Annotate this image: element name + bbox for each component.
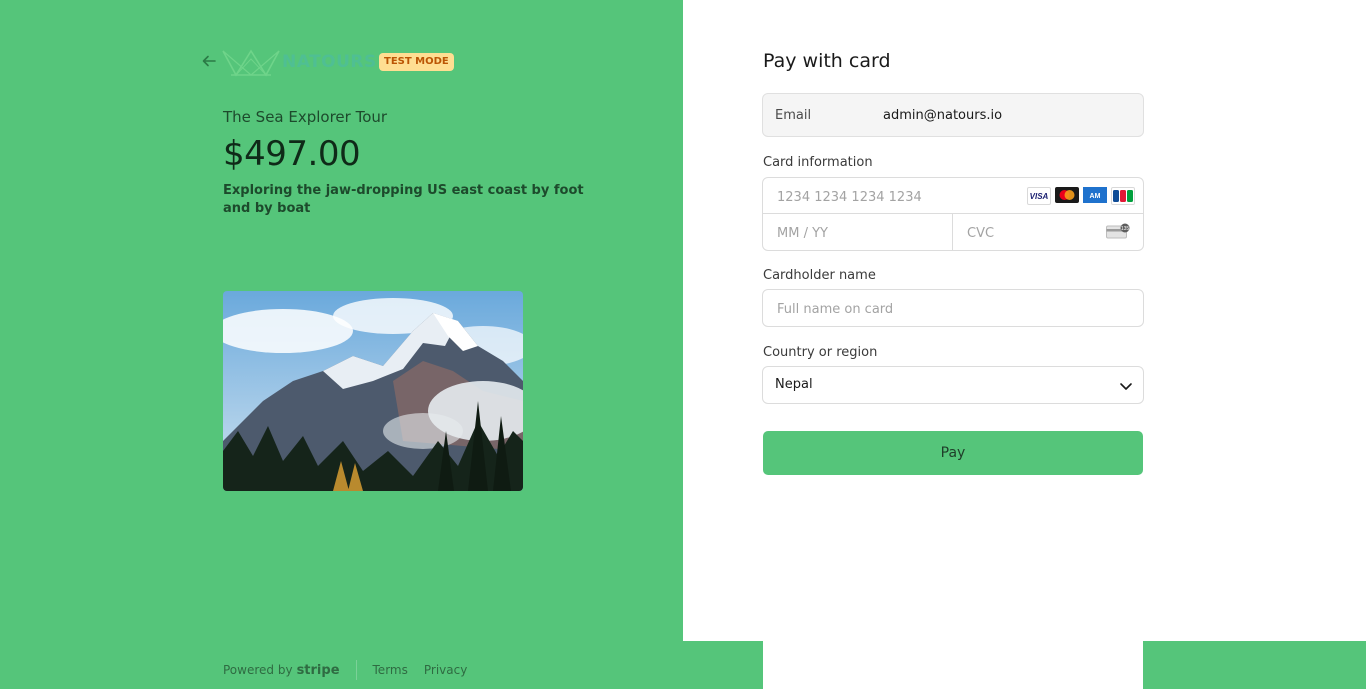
country-label: Country or region [763, 345, 878, 360]
cardholder-label: Cardholder name [763, 268, 876, 283]
jcb-icon [1111, 187, 1135, 205]
powered-by-text: Powered by [223, 663, 293, 677]
email-field[interactable]: Email admin@natours.io [762, 93, 1144, 137]
amex-icon: AM [1083, 187, 1107, 203]
tour-image [223, 291, 523, 491]
card-number-input[interactable] [775, 186, 1019, 208]
expiry-row [763, 214, 953, 250]
chevron-down-icon [1119, 378, 1133, 397]
card-info-group: VISA AM 135 [762, 177, 1144, 251]
terms-link[interactable]: Terms [373, 663, 408, 677]
product-description: Exploring the jaw-dropping US east coast… [223, 183, 584, 216]
card-number-row: VISA AM [763, 178, 1143, 214]
svg-text:135: 135 [1121, 226, 1130, 232]
cvc-row: 135 [953, 214, 1143, 250]
card-brands: VISA AM [1027, 187, 1135, 205]
pay-button[interactable]: Pay [763, 431, 1143, 475]
email-value[interactable]: admin@natours.io [883, 108, 1002, 123]
test-mode-badge: TEST MODE [379, 53, 454, 71]
right-pane-extension [763, 640, 1143, 689]
logo-text: NATOURS [282, 52, 377, 72]
email-label: Email [775, 107, 812, 123]
cvc-input[interactable] [965, 222, 1099, 244]
privacy-link[interactable]: Privacy [424, 663, 467, 677]
svg-text:VISA: VISA [1030, 192, 1049, 201]
cardholder-input[interactable] [775, 298, 1129, 320]
powered-by: Powered by stripe [223, 663, 340, 678]
cvc-card-icon: 135 [1106, 223, 1132, 243]
svg-text:AM: AM [1090, 193, 1101, 200]
stripe-logo[interactable]: stripe [297, 663, 340, 678]
country-select[interactable]: Nepal [762, 366, 1144, 404]
checkout-footer: Powered by stripe Terms Privacy [223, 660, 483, 680]
visa-icon: VISA [1027, 187, 1051, 205]
expiry-input[interactable] [775, 222, 939, 244]
back-arrow-icon[interactable] [199, 51, 219, 71]
country-value: Nepal [775, 377, 813, 392]
cardholder-field [762, 289, 1144, 327]
product-price: $497.00 [223, 134, 361, 174]
mastercard-icon [1055, 187, 1079, 203]
form-title: Pay with card [763, 50, 891, 72]
card-info-label: Card information [763, 155, 873, 170]
product-name: The Sea Explorer Tour [223, 108, 388, 126]
footer-divider [355, 660, 357, 680]
